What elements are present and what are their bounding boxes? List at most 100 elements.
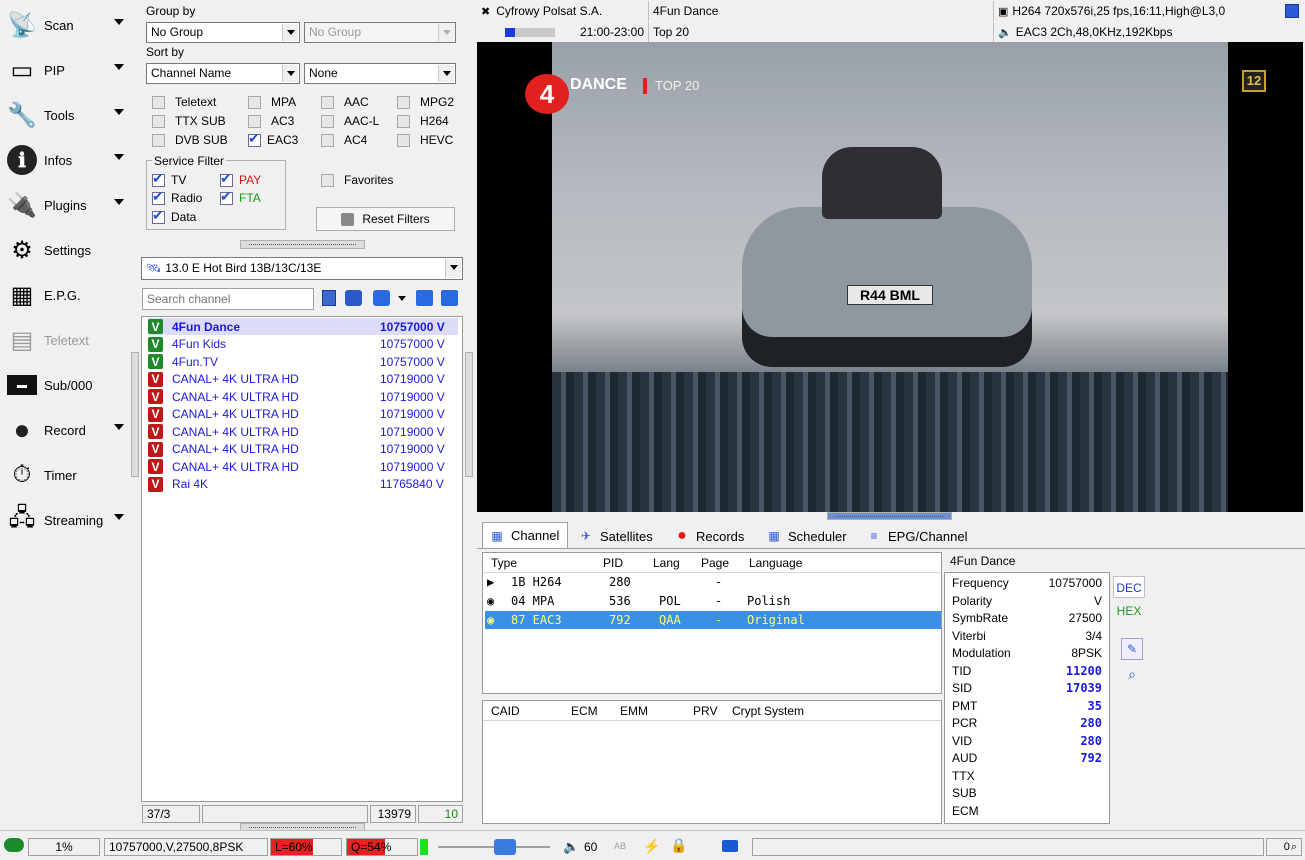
channel-row[interactable]: V CANAL+ 4K ULTRA HD 10719000 V [148,406,458,423]
channel-row[interactable]: V 4Fun Dance 10757000 V [148,318,458,335]
search-icon[interactable]: ⌕ [1121,664,1143,686]
sidebar-item-timer[interactable]: ⏱ Timer [4,455,134,495]
pay-checkbox[interactable]: PAY [220,170,261,187]
sort-up-icon[interactable] [441,290,458,306]
refresh-icon[interactable] [373,290,390,306]
channel-row[interactable]: V CANAL+ 4K ULTRA HD 10719000 V [148,441,458,458]
record-icon: ● [677,527,687,544]
reset-filters-button[interactable]: Reset Filters [316,207,455,231]
satellite-select[interactable]: 🛰 13.0 E Hot Bird 13B/13C/13E [141,257,463,280]
stream-row[interactable]: ◉ 04 MPA 536 POL - Polish [485,592,941,610]
scramble-icon[interactable]: ⚡ [643,838,660,855]
sidebar-item-pip[interactable]: ▭ PIP [4,50,134,90]
ac4-checkbox[interactable]: AC4 [321,133,367,147]
sidebar-item-scan[interactable]: 📡 Scan [4,5,134,45]
chevron-down-icon[interactable] [114,514,124,520]
chevron-down-icon[interactable] [114,64,124,70]
group-by-select[interactable]: No Group [146,22,300,43]
channel-row[interactable]: V 4Fun.TV 10757000 V [148,353,458,370]
camera-icon[interactable] [722,840,738,852]
stream-type: 87 EAC3 [511,613,562,627]
sidebar-item-record[interactable]: ● Record [4,410,134,450]
dvb-sub-checkbox[interactable]: DVB SUB [152,133,228,147]
video-splitter[interactable] [827,512,952,520]
eac3-checkbox[interactable]: EAC3 [248,130,298,147]
group-by-secondary-select[interactable]: No Group [304,22,456,43]
ttx-sub-checkbox[interactable]: TTX SUB [152,114,226,128]
epg-icon: ≡ [870,529,878,543]
sidebar-item-e-p-g[interactable]: ▦ E.P.G. [4,275,134,315]
sidebar-item-settings[interactable]: ⚙ Settings [4,230,134,270]
mpg2-checkbox[interactable]: MPG2 [397,95,454,109]
sort-by-select[interactable]: Channel Name [146,63,300,84]
channel-row[interactable]: V CANAL+ 4K ULTRA HD 10719000 V [148,371,458,388]
tv-checkbox[interactable]: TV [152,170,186,187]
crypt-table[interactable]: CAID ECM EMM PRV Crypt System [482,700,942,824]
speaker-icon[interactable]: 🔈 [563,839,579,855]
col-lang: Lang [653,556,680,570]
sidebar-item-infos[interactable]: ℹ Infos [4,140,134,180]
aac-checkbox[interactable]: AAC [321,95,369,109]
sidebar-item-streaming[interactable]: 🖧 Streaming [4,500,134,540]
tab-epg-channel[interactable]: ≡ EPG/Channel [860,524,974,548]
list-splitter[interactable] [465,352,473,477]
clock-icon[interactable] [345,290,362,306]
stream-row[interactable]: ◉ 87 EAC3 792 QAA - Original [485,611,941,629]
ac3-checkbox[interactable]: AC3 [248,114,294,128]
stream-row[interactable]: ▶ 1B H264 280 - [485,573,941,591]
data-checkbox[interactable]: Data [152,207,196,224]
zoom-cell[interactable]: 0 ⌕ [1266,838,1302,856]
chevron-down-icon[interactable] [114,109,124,115]
chevron-down-icon[interactable] [114,154,124,160]
chevron-down-icon[interactable] [114,424,124,430]
tab-satellites[interactable]: ✈ Satellites [572,524,664,548]
sidebar-item-teletext[interactable]: ▤ Teletext [4,320,134,360]
video-service-icon: V [148,406,163,422]
chevron-down-icon[interactable] [114,19,124,25]
sidebar-splitter[interactable] [131,352,139,477]
channel-row[interactable]: V CANAL+ 4K ULTRA HD 10719000 V [148,423,458,440]
fta-checkbox[interactable]: FTA [220,188,261,205]
streams-table[interactable]: Type PID Lang Page Language ▶ 1B H264 280 -… [482,552,942,694]
filter-splitter[interactable] [240,240,365,249]
channel-list[interactable]: V 4Fun Dance 10757000 V V 4Fun Kids 10757000 … [141,316,463,802]
col-type: Type [491,556,518,570]
edit-icon[interactable]: ✎ [1121,638,1143,660]
channel-row[interactable]: V 4Fun Kids 10757000 V [148,336,458,353]
video-player[interactable]: R44 BML 4 DANCE TOP 20 12 [477,42,1303,512]
sort-by-secondary-select[interactable]: None [304,63,456,84]
dec-button[interactable]: DEC [1113,576,1145,598]
channel-row[interactable]: V CANAL+ 4K ULTRA HD 10719000 V [148,458,458,475]
sort-by-value: Channel Name [151,66,232,80]
h264-checkbox[interactable]: H264 [397,114,449,128]
mpa-checkbox[interactable]: MPA [248,95,296,109]
chevron-down-icon[interactable] [398,296,406,301]
tab-records[interactable]: ● Records [668,524,756,548]
radio-checkbox[interactable]: Radio [152,188,202,205]
volume-thumb[interactable] [494,839,516,855]
channel-frequency: 11765840 V [380,477,444,491]
info-title: 4Fun Dance [950,554,1016,568]
list-view-icon[interactable] [322,290,336,306]
sidebar-item-tools[interactable]: 🔧 Tools [4,95,134,135]
sidebar-item-sub-000[interactable]: ▬ Sub/000 [4,365,134,405]
chevron-down-icon[interactable] [114,199,124,205]
channel-row[interactable]: V CANAL+ 4K ULTRA HD 10719000 V [148,388,458,405]
search-channel-input[interactable] [142,288,314,310]
chevron-down-icon [438,24,454,41]
hevc-checkbox[interactable]: HEVC [397,133,453,147]
sidebar-item-plugins[interactable]: 🔌 Plugins [4,185,134,225]
fta-label: FTA [239,191,261,205]
hex-button[interactable]: HEX [1113,600,1145,622]
fullscreen-icon[interactable] [1285,4,1299,18]
aac-l-checkbox[interactable]: AAC-L [321,114,379,128]
tab-scheduler[interactable]: ▦ Scheduler [760,524,856,548]
sort-down-icon[interactable] [416,290,433,306]
channel-row[interactable]: V Rai 4K 11765840 V [148,476,458,493]
scheduler-icon: ▦ [768,529,780,543]
tab-channel[interactable]: ▦ Channel [482,522,568,548]
favorites-checkbox[interactable]: Favorites [321,173,393,187]
teletext-checkbox[interactable]: Teletext [152,95,216,109]
stream-lang: POL [659,594,681,608]
lock-icon[interactable]: 🔒 [670,837,687,854]
